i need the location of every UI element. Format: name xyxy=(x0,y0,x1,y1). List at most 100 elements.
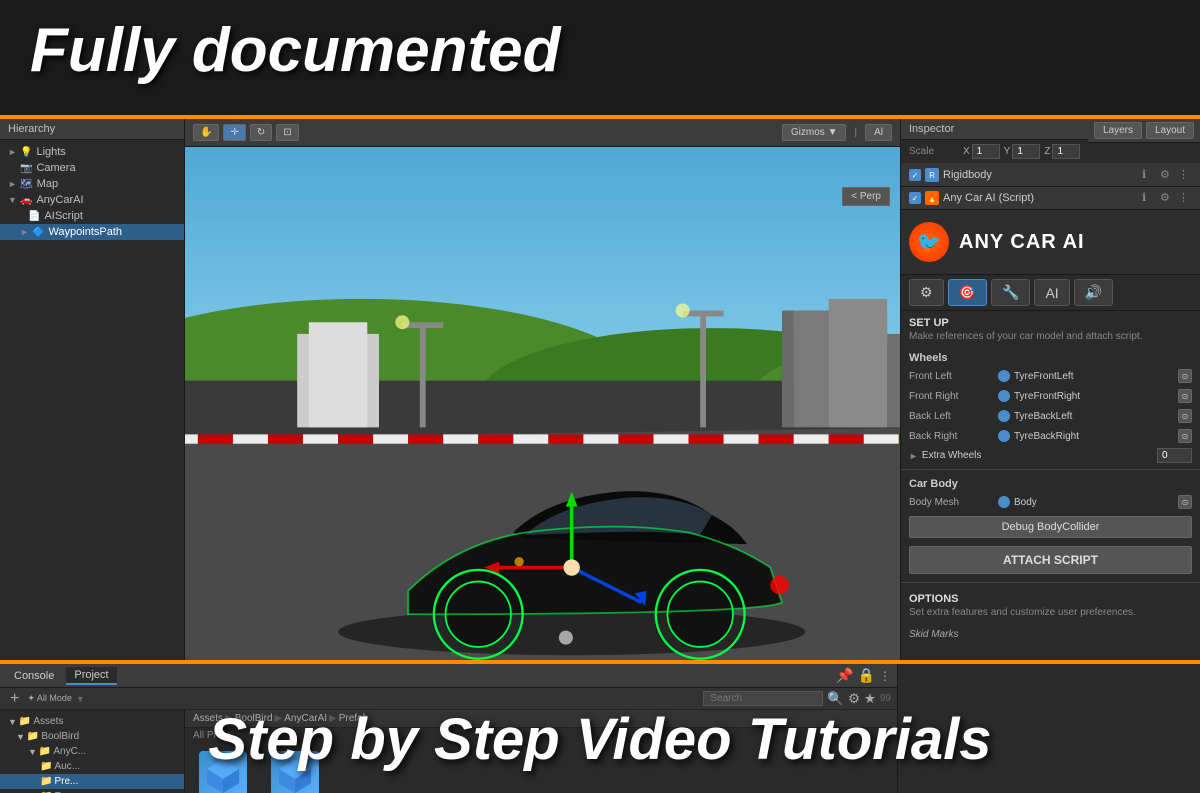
script-checkbox[interactable]: ✓ xyxy=(909,192,921,204)
star-icon[interactable]: ★ xyxy=(864,691,876,707)
attach-script-btn[interactable]: ATTACH SCRIPT xyxy=(909,546,1192,574)
scale-z-field: Z xyxy=(1044,144,1080,159)
back-left-text: TyreBackLeft xyxy=(1014,411,1072,422)
viewport-content: < Perp xyxy=(185,147,900,661)
anycarai-script-icon: 🔥 xyxy=(925,191,939,205)
rigidbody-header[interactable]: ✓ R Rigidbody ℹ ⚙ ⋮ xyxy=(901,164,1200,187)
divider-2 xyxy=(901,582,1200,583)
back-left-label: Back Left xyxy=(909,411,994,422)
hier-item-waypointspath[interactable]: ► 🔷 WaypointsPath xyxy=(0,224,184,240)
debug-bodycollider-btn[interactable]: Debug BodyCollider xyxy=(909,516,1192,538)
body-mesh-select-btn[interactable]: ⊙ xyxy=(1178,495,1192,509)
al-label: Al xyxy=(874,127,883,138)
scale-tool-btn[interactable]: ⊡ xyxy=(276,124,298,141)
hier-item-map[interactable]: ► 🗺 Map xyxy=(0,176,184,192)
tab-target[interactable]: 🎯 xyxy=(948,279,987,306)
pre-label: Pre... xyxy=(54,776,78,787)
back-right-value: TyreBackRight xyxy=(998,430,1174,442)
search-icon[interactable]: 🔍 xyxy=(827,691,844,707)
hier-label-map: Map xyxy=(37,178,58,190)
project-search-input[interactable] xyxy=(703,691,823,706)
layers-btn[interactable]: Layers xyxy=(1094,122,1142,139)
rigidbody-info-icon[interactable]: ℹ xyxy=(1142,168,1156,182)
x-axis-label: X xyxy=(963,146,970,157)
tab-wrench[interactable]: 🔧 xyxy=(991,279,1030,306)
z-axis-label: Z xyxy=(1044,146,1050,157)
scale-z-input[interactable] xyxy=(1052,144,1080,159)
rotate-tool-btn[interactable]: ↻ xyxy=(250,124,272,141)
back-right-select-btn[interactable]: ⊙ xyxy=(1178,429,1192,443)
anycarai-script-header[interactable]: ✓ 🔥 Any Car AI (Script) ℹ ⚙ ⋮ xyxy=(901,187,1200,210)
hier-item-anycarai[interactable]: ▼ 🚗 AnyCarAI xyxy=(0,192,184,208)
rigidbody-checkbox[interactable]: ✓ xyxy=(909,169,921,181)
rigidbody-menu-icon[interactable]: ⋮ xyxy=(1178,168,1192,182)
skid-marks-label: Skid Marks xyxy=(909,629,958,640)
tree-res[interactable]: 📁 Res... xyxy=(0,789,184,793)
wheel-back-right-row: Back Right TyreBackRight ⊙ xyxy=(901,426,1200,446)
hier-item-lights[interactable]: ► 💡 Lights xyxy=(0,144,184,160)
waypoints-icon: 🔷 xyxy=(32,227,44,238)
hand-tool-btn[interactable]: ✋ xyxy=(193,124,219,141)
map-icon: 🗺 xyxy=(20,179,33,190)
scale-y-input[interactable] xyxy=(1012,144,1040,159)
front-right-icon xyxy=(998,390,1010,402)
perp-button[interactable]: < Perp xyxy=(842,187,890,206)
gizmos-label: Gizmos xyxy=(791,127,825,138)
hierarchy-panel: Hierarchy ► 💡 Lights 📷 Camera ► 🗺 Map xyxy=(0,119,185,661)
all-materials-area: ✦ All Mode ▼ xyxy=(27,693,84,704)
hier-label-camera: Camera xyxy=(36,162,75,174)
back-right-text: TyreBackRight xyxy=(1014,431,1079,442)
front-left-icon xyxy=(998,370,1010,382)
extra-wheels-input[interactable] xyxy=(1157,448,1192,463)
options-desc: Set extra features and customize user pr… xyxy=(901,607,1200,624)
front-right-value: TyreFrontRight xyxy=(998,390,1174,402)
back-right-label: Back Right xyxy=(909,431,994,442)
hierarchy-header: Hierarchy xyxy=(0,119,184,140)
tri-icon-anycarai: ▼ xyxy=(8,195,16,205)
tab-ai[interactable]: AI xyxy=(1034,279,1069,306)
hier-label-anycarai: AnyCarAI xyxy=(36,194,83,206)
y-axis-label: Y xyxy=(1004,146,1011,157)
layout-btn[interactable]: Layout xyxy=(1146,122,1194,139)
rigidbody-icon: R xyxy=(925,168,939,182)
rigidbody-gear-icon[interactable]: ⚙ xyxy=(1160,168,1174,182)
main-viewport: ✋ ✛ ↻ ⊡ Gizmos ▼ | Al xyxy=(185,119,900,661)
scene-svg xyxy=(185,147,900,661)
al-btn[interactable]: Al xyxy=(865,124,892,141)
add-btn[interactable]: + xyxy=(6,690,23,708)
front-right-select-btn[interactable]: ⊙ xyxy=(1178,389,1192,403)
aiscript-icon: 📄 xyxy=(28,211,40,222)
anycar-logo-icon: 🐦 xyxy=(909,222,949,262)
divider-1 xyxy=(901,469,1200,470)
anycar-bird-icon: 🐦 xyxy=(917,230,942,255)
perp-label: < Perp xyxy=(851,191,881,202)
scale-x-input[interactable] xyxy=(972,144,1000,159)
tab-gear[interactable]: ⚙ xyxy=(909,279,944,306)
back-left-select-btn[interactable]: ⊙ xyxy=(1178,409,1192,423)
console-tab[interactable]: Console xyxy=(6,668,62,684)
mode-sep: ▼ xyxy=(76,694,85,704)
extra-wheels-tri: ► xyxy=(909,451,918,461)
top-title-text: Fully documented xyxy=(30,20,560,82)
script-menu-icon[interactable]: ⋮ xyxy=(1178,191,1192,205)
gizmos-btn[interactable]: Gizmos ▼ xyxy=(782,124,847,141)
filter-icon[interactable]: ⚙ xyxy=(848,691,860,707)
project-tab[interactable]: Project xyxy=(66,667,116,685)
extra-wheels-label: Extra Wheels xyxy=(922,450,981,461)
anycarai-icon: 🚗 xyxy=(20,195,32,206)
pin-icon[interactable]: 📌 xyxy=(836,667,853,684)
tab-sound[interactable]: 🔊 xyxy=(1074,279,1113,306)
skid-marks-row: Skid Marks xyxy=(901,624,1200,644)
front-left-value: TyreFrontLeft xyxy=(998,370,1174,382)
menu-bottom-icon[interactable]: ⋮ xyxy=(879,669,891,683)
hier-item-camera[interactable]: 📷 Camera xyxy=(0,160,184,176)
hier-item-aiscript[interactable]: 📄 AIScript xyxy=(0,208,184,224)
front-left-select-btn[interactable]: ⊙ xyxy=(1178,369,1192,383)
lock-bottom-icon[interactable]: 🔒 xyxy=(858,667,875,684)
inspector-body: Scale X Y Z ✓ R Rigidbody ℹ xyxy=(901,140,1200,661)
script-info-icon[interactable]: ℹ xyxy=(1142,191,1156,205)
script-gear-icon[interactable]: ⚙ xyxy=(1160,191,1174,205)
wheel-front-right-row: Front Right TyreFrontRight ⊙ xyxy=(901,386,1200,406)
move-tool-btn[interactable]: ✛ xyxy=(223,124,245,141)
tree-pre[interactable]: 📁 Pre... xyxy=(0,774,184,789)
